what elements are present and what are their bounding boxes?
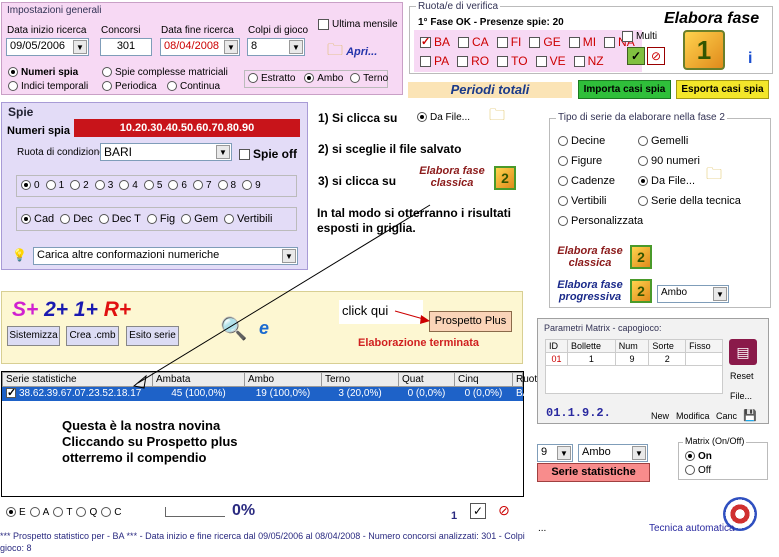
annotation-arrows: [132, 204, 431, 389]
arrow-head-prospetto: [420, 315, 430, 324]
arrow-to-row: [137, 204, 431, 384]
